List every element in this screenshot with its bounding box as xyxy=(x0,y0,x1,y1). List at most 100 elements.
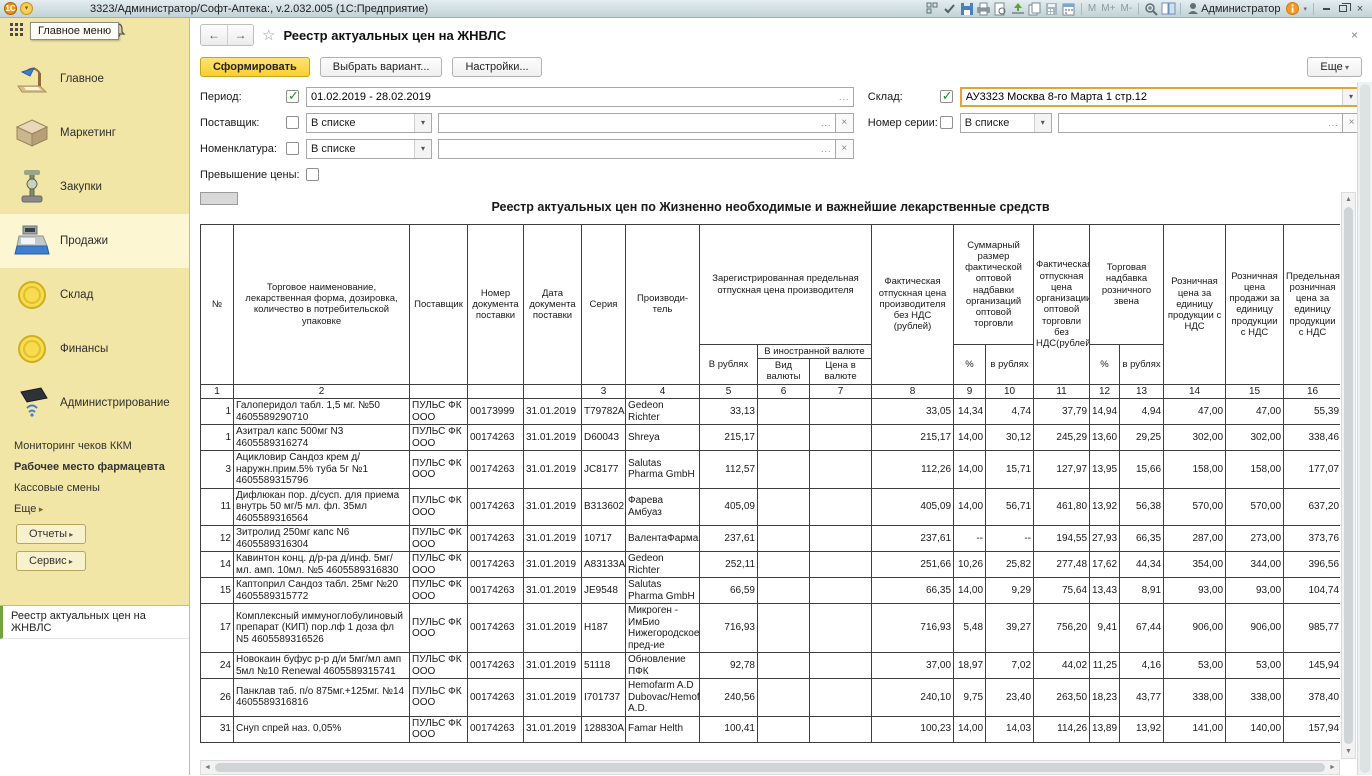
chevron-down-icon[interactable] xyxy=(414,140,431,158)
cell: 277,48 xyxy=(1034,552,1090,578)
calendar-icon[interactable] xyxy=(1061,1,1077,16)
restore-button[interactable] xyxy=(1335,2,1351,16)
supplier-ellipsis-button[interactable] xyxy=(818,114,835,132)
series-checkbox[interactable] xyxy=(940,116,953,129)
print-icon[interactable] xyxy=(976,1,992,16)
sidebar-item-glavnoe[interactable]: Главное xyxy=(0,52,189,106)
favorite-star-icon[interactable]: ☆ xyxy=(262,26,275,44)
period-ellipsis-button[interactable] xyxy=(836,88,853,106)
spreadsheet-viewport[interactable]: Реестр актуальных цен по Жизненно необхо… xyxy=(200,192,1340,759)
reports-button[interactable]: Отчеты xyxy=(16,524,86,544)
link-rabochee-mesto[interactable]: Рабочее место фармацевта xyxy=(14,461,189,473)
open-window-item[interactable]: Реестр актуальных цен на ЖНВЛС xyxy=(0,606,189,639)
cell: 128830A xyxy=(582,716,626,742)
cell: 145,94 xyxy=(1284,653,1340,679)
supplier-input[interactable] xyxy=(439,117,818,129)
vertical-scrollbar[interactable]: ▲ ▼ xyxy=(1341,192,1356,759)
cell: 1 xyxy=(201,425,234,451)
copy-page-icon[interactable] xyxy=(1027,1,1043,16)
cell: 127,97 xyxy=(1034,451,1090,489)
memory-mminus-button[interactable]: M- xyxy=(1118,3,1134,14)
col-header-doc-date: Дата документа поставки xyxy=(524,225,582,385)
window-select-icon[interactable] xyxy=(925,1,941,16)
vertical-scroll-thumb[interactable] xyxy=(1344,207,1353,744)
minimize-button[interactable] xyxy=(1318,2,1334,16)
sidebar-item-marketing[interactable]: Маркетинг xyxy=(0,106,189,160)
sidebar-item-finansy[interactable]: Финансы xyxy=(0,322,189,376)
close-button[interactable]: × xyxy=(1352,2,1368,16)
sidebar-item-zakupki[interactable]: Закупки xyxy=(0,160,189,214)
period-input[interactable] xyxy=(307,91,836,103)
close-window-icon[interactable]: × xyxy=(1347,28,1362,42)
link-more[interactable]: Еще xyxy=(14,503,189,515)
cell: 3 xyxy=(201,451,234,489)
chevron-down-icon[interactable] xyxy=(1034,114,1051,132)
period-checkbox[interactable] xyxy=(286,90,299,103)
warehouse-checkbox[interactable] xyxy=(940,90,953,103)
form-scrollbar[interactable] xyxy=(1357,82,1372,775)
apps-grid-icon[interactable] xyxy=(10,23,25,43)
sidebar-item-prodazhi[interactable]: Продажи xyxy=(0,214,189,268)
memory-m-button[interactable]: M xyxy=(1086,3,1098,14)
chevron-down-icon[interactable] xyxy=(414,114,431,132)
cell: 9,41 xyxy=(1090,604,1120,653)
split-window-icon[interactable] xyxy=(1160,1,1176,16)
info-dropdown-icon[interactable]: ▾ xyxy=(1301,5,1309,13)
scroll-down-icon[interactable]: ▼ xyxy=(1345,745,1352,758)
1c-logo-icon[interactable]: 1C xyxy=(4,2,17,15)
save-icon[interactable] xyxy=(959,1,975,16)
info-icon[interactable] xyxy=(1284,1,1300,16)
sidebar-item-administrirovanie[interactable]: Администрирование xyxy=(0,376,189,430)
nomenclature-input[interactable] xyxy=(439,143,818,155)
scroll-up-icon[interactable]: ▲ xyxy=(1345,193,1352,206)
main-menu-dropdown-icon[interactable]: ▾ xyxy=(20,2,33,15)
current-user[interactable]: Администратор xyxy=(1185,3,1283,15)
back-button[interactable]: ← xyxy=(201,25,227,45)
form-scroll-thumb[interactable] xyxy=(1360,84,1370,773)
col-header-wholesale-markup: Суммарный размер фактической оптовой над… xyxy=(954,225,1034,345)
horizontal-scroll-thumb[interactable] xyxy=(215,763,1325,772)
choose-variant-button[interactable]: Выбрать вариант... xyxy=(320,57,443,77)
cell: 570,00 xyxy=(1164,488,1226,526)
horizontal-scrollbar[interactable]: ◄ ► xyxy=(200,760,1340,775)
desk-lamp-icon xyxy=(12,60,52,98)
spreadsheet-corner-cell[interactable] xyxy=(200,192,238,205)
series-input[interactable] xyxy=(1059,117,1325,129)
supplier-checkbox[interactable] xyxy=(286,116,299,129)
col-header-series: Серия xyxy=(582,225,626,385)
nomenclature-checkbox[interactable] xyxy=(286,142,299,155)
series-ellipsis-button[interactable] xyxy=(1325,114,1342,132)
zoom-icon[interactable] xyxy=(1143,1,1159,16)
dropdown-check-icon[interactable] xyxy=(942,1,958,16)
cell: Gedeon Richter xyxy=(626,399,700,425)
supplier-clear-button[interactable]: × xyxy=(836,113,854,133)
settings-button[interactable]: Настройки... xyxy=(452,57,541,77)
cell: 985,77 xyxy=(1284,604,1340,653)
generate-button[interactable]: Сформировать xyxy=(200,57,310,77)
scroll-right-icon[interactable]: ► xyxy=(1326,764,1339,771)
warehouse-label: Склад: xyxy=(868,91,940,103)
scroll-left-icon[interactable]: ◄ xyxy=(201,764,214,771)
column-number-cell: 15 xyxy=(1226,384,1284,399)
service-button[interactable]: Сервис xyxy=(16,551,86,571)
print-preview-icon[interactable] xyxy=(993,1,1009,16)
more-button[interactable]: Еще xyxy=(1307,57,1362,77)
memory-mplus-button[interactable]: M+ xyxy=(1099,3,1117,14)
forward-button[interactable]: → xyxy=(227,25,253,45)
cell: ПУЛЬС ФК ООО xyxy=(410,488,468,526)
link-kassovye-smeny[interactable]: Кассовые смены xyxy=(14,482,189,494)
nomenclature-clear-button[interactable]: × xyxy=(836,139,854,159)
nomenclature-ellipsis-button[interactable] xyxy=(818,140,835,158)
price-excess-checkbox[interactable] xyxy=(306,168,319,181)
supplier-condition-select[interactable]: В списке xyxy=(306,113,432,133)
package-box-icon xyxy=(12,114,52,152)
cell: B313602 xyxy=(582,488,626,526)
series-condition-select[interactable]: В списке xyxy=(960,113,1052,133)
send-icon[interactable] xyxy=(1010,1,1026,16)
sidebar-item-sklad[interactable]: Склад xyxy=(0,268,189,322)
warehouse-input[interactable] xyxy=(962,91,1342,103)
cell: 378,40 xyxy=(1284,679,1340,717)
nomenclature-condition-select[interactable]: В списке xyxy=(306,139,432,159)
link-monitoring-chekov[interactable]: Мониторинг чеков ККМ xyxy=(14,440,189,452)
calculator-icon[interactable] xyxy=(1044,1,1060,16)
